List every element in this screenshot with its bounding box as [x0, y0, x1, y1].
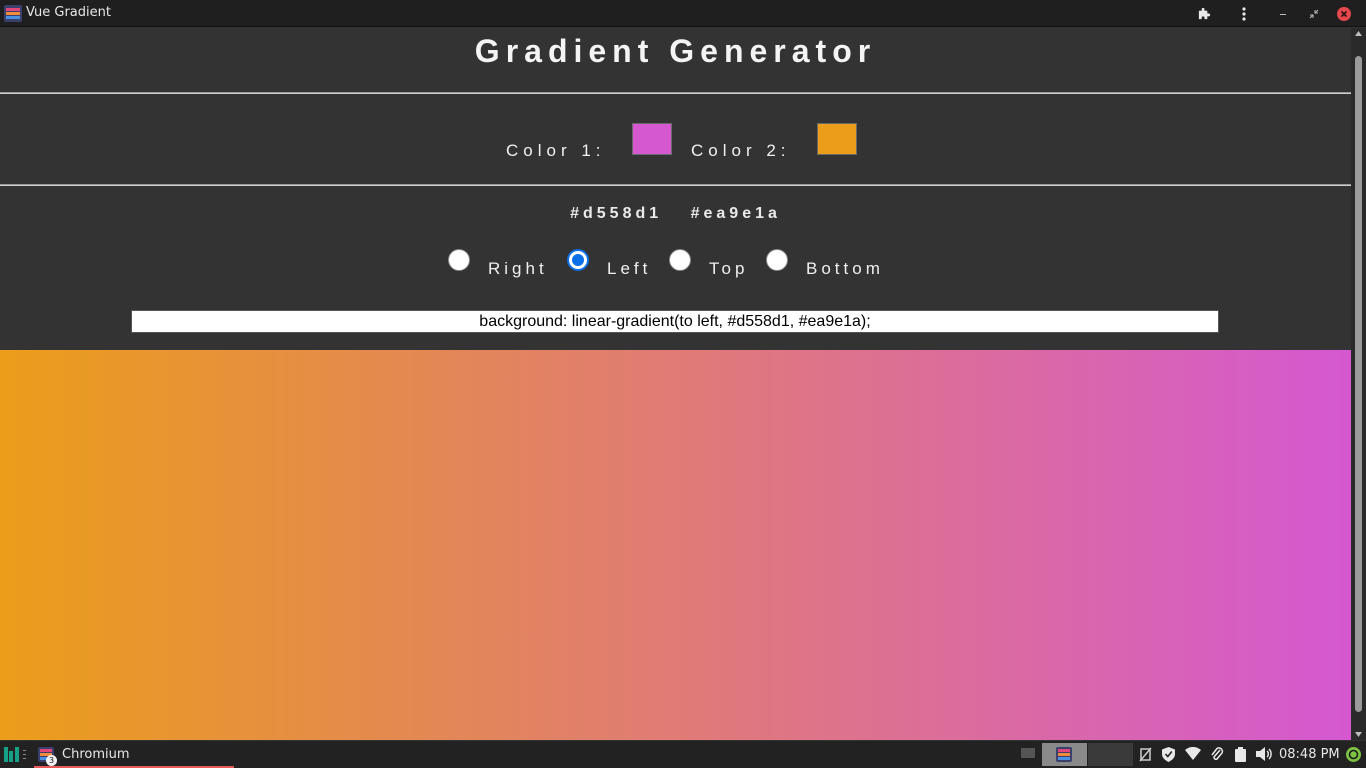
page-viewport: Gradient Generator Color 1: Color 2: #d5… [0, 28, 1351, 740]
browser-menu-button[interactable] [1230, 0, 1258, 27]
color2-hex: #ea9e1a [690, 205, 781, 222]
color2-picker[interactable] [817, 123, 857, 155]
css-output-field[interactable]: background: linear-gradient(to left, #d5… [131, 310, 1219, 333]
direction-radio-top[interactable] [669, 249, 691, 271]
direction-label-left: Left [607, 259, 652, 278]
menu-icon [1242, 6, 1246, 21]
direction-label-bottom: Bottom [806, 259, 884, 278]
direction-label-right: Right [488, 259, 548, 278]
divider [0, 92, 1351, 94]
window-titlebar: Vue Gradient [0, 0, 1366, 27]
direction-label-top: Top [709, 259, 749, 278]
color1-hex: #d558d1 [570, 205, 663, 222]
vue-gradient-app-icon [1056, 747, 1072, 762]
extensions-button[interactable] [1190, 0, 1218, 27]
extensions-icon [1198, 7, 1210, 20]
color1-label: Color 1: [506, 141, 606, 160]
taskbar-chromium-button[interactable]: 3 Chromium [34, 741, 234, 768]
gradient-preview [0, 350, 1351, 740]
restore-icon [1309, 9, 1319, 18]
taskbar-clock: 08:48 PM [1279, 747, 1340, 762]
page-title: Gradient Generator [474, 33, 877, 69]
taskbar: 3 Chromium 08:48 PM [0, 741, 1366, 768]
hex-values: #d558d1 #ea9e1a [0, 205, 1351, 223]
window-title: Vue Gradient [26, 5, 111, 20]
direction-radio-right[interactable] [448, 249, 470, 271]
color2-label: Color 2: [691, 141, 791, 160]
scroll-thumb[interactable] [1355, 56, 1362, 712]
minimize-icon [1280, 13, 1286, 15]
minimize-button[interactable] [1269, 0, 1297, 27]
volume-icon[interactable] [1256, 747, 1272, 761]
shield-icon[interactable] [1162, 747, 1175, 762]
paperclip-icon[interactable] [1210, 747, 1224, 762]
network-off-icon[interactable] [1139, 747, 1152, 762]
color1-picker[interactable] [632, 123, 672, 155]
direction-radio-bottom[interactable] [766, 249, 788, 271]
workspace-2[interactable] [1088, 743, 1133, 766]
vue-gradient-app-icon [4, 5, 22, 22]
desktop-icon[interactable] [1021, 747, 1035, 759]
page-scrollbar[interactable] [1351, 28, 1366, 740]
divider [0, 184, 1351, 186]
scroll-up-icon[interactable] [1355, 31, 1362, 36]
close-icon [1337, 6, 1351, 21]
restore-button[interactable] [1300, 0, 1328, 27]
direction-radio-left[interactable] [567, 249, 589, 271]
clipboard-icon[interactable] [1235, 747, 1246, 762]
workspace-1[interactable] [1042, 743, 1087, 766]
start-menu-icon[interactable] [4, 747, 28, 762]
window-count-badge: 3 [46, 755, 57, 766]
close-button[interactable] [1330, 0, 1358, 27]
scroll-down-icon[interactable] [1355, 732, 1362, 737]
taskbar-app-label: Chromium [62, 747, 130, 762]
update-icon[interactable] [1346, 747, 1361, 762]
wifi-icon[interactable] [1185, 747, 1201, 760]
